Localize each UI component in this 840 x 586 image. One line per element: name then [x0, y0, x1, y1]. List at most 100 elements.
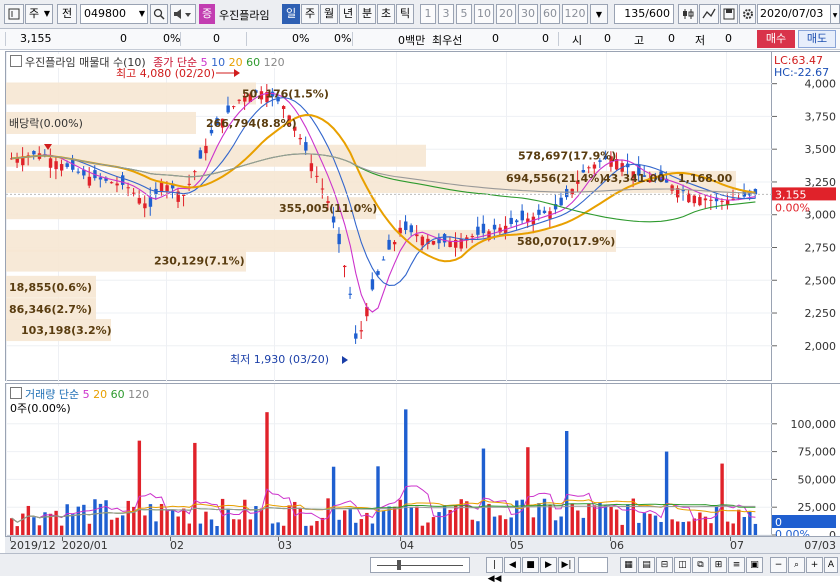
date-label: 07 — [730, 539, 744, 552]
candle-body — [198, 150, 203, 159]
zoom-slider[interactable] — [370, 557, 470, 573]
candle-body — [387, 239, 391, 250]
interval-20[interactable]: 20 — [496, 4, 516, 24]
interval-1[interactable]: 1 — [420, 4, 436, 24]
volume-bar — [270, 523, 275, 535]
volume-chart[interactable]: 거래량 단순 5 20 60 120 0주(0.00%) — [5, 383, 773, 537]
font-size-icon[interactable]: A — [824, 557, 838, 573]
volume-bar — [182, 508, 186, 535]
interval-10[interactable]: 10 — [474, 4, 494, 24]
next-icon[interactable]: ▶ — [540, 557, 557, 573]
volume-bar — [698, 512, 702, 535]
market-select[interactable]: 주 ▼ — [25, 4, 53, 24]
ma-20: 20 — [228, 56, 243, 69]
zoom-in-icon[interactable]: + — [806, 557, 823, 573]
draw-line-icon[interactable] — [699, 4, 719, 24]
period-month[interactable]: 월 — [320, 4, 338, 24]
volume-bar — [248, 519, 253, 535]
volume-bar — [298, 507, 302, 535]
last-icon[interactable]: ▶| — [558, 557, 575, 573]
chart-type-icon[interactable] — [4, 4, 24, 24]
chart-scrollbar: |◀◀ ◀ ■ ▶ ▶| ▦ ▤ ⊟ ◫ ⧉ ⊞ ≡ ▣ − ⌕ + A — [0, 553, 840, 584]
period-minute[interactable]: 분 — [358, 4, 376, 24]
candle-settings-icon[interactable] — [678, 4, 698, 24]
period-day[interactable]: 일 — [282, 4, 300, 24]
code-input[interactable]: 049800 ▼ — [80, 4, 148, 24]
price-tick-label: 2,500 — [805, 274, 837, 287]
interval-120[interactable]: 120 — [562, 4, 588, 24]
price-chart[interactable]: 50, 176(1.5%) 266,794(8.8%) 578,697(17.9%)… — [5, 51, 773, 382]
legend-box-icon[interactable] — [10, 55, 22, 67]
volume-bar — [387, 506, 391, 535]
ma-120: 120 — [263, 56, 285, 69]
interval-5[interactable]: 5 — [456, 4, 472, 24]
period-year[interactable]: 년 — [339, 4, 357, 24]
zoom-out-icon[interactable]: − — [770, 557, 787, 573]
volume-bar — [531, 517, 536, 535]
volume-bar — [587, 503, 591, 535]
candle-body — [121, 175, 125, 185]
count-input[interactable]: 135/600 — [614, 4, 674, 24]
candle-body — [143, 203, 147, 209]
period-week[interactable]: 주 — [301, 4, 319, 24]
candle-body — [65, 163, 69, 167]
stop-icon[interactable]: ■ — [522, 557, 539, 573]
volume-bar — [548, 504, 552, 535]
vma-120: 120 — [128, 388, 150, 401]
volume-bar — [265, 412, 269, 535]
chevron-down-icon[interactable]: ▼ — [590, 4, 608, 24]
volume-bar — [614, 509, 619, 535]
price-pane-title: 우진플라임 매물대 수(10) — [25, 56, 146, 69]
text-icon[interactable]: ≡ — [728, 557, 745, 573]
date-input[interactable]: 2020/07/03 — [757, 4, 831, 24]
candle-body — [165, 185, 169, 192]
volume-profile-label: 694,556(21.4%) — [506, 172, 604, 185]
candle-body — [132, 192, 136, 194]
volume-bar — [603, 505, 608, 535]
vma-5: 5 — [82, 388, 90, 401]
calendar-dropdown[interactable]: ▼ — [831, 4, 840, 24]
prev-icon[interactable]: ◀ — [504, 557, 521, 573]
badge-icon: 증 — [199, 4, 215, 24]
interval-30[interactable]: 30 — [518, 4, 538, 24]
magnify-icon[interactable]: ⌕ — [788, 557, 805, 573]
scroll-track[interactable] — [578, 557, 608, 573]
prev-button[interactable]: 전 — [57, 4, 77, 24]
high-arrow-head — [234, 69, 240, 77]
link-icon[interactable]: ⊞ — [710, 557, 727, 573]
period-second[interactable]: 초 — [377, 4, 395, 24]
volume-axis: 100,000 75,000 50,000 25,000 0 0 0.00% — [772, 383, 840, 537]
buy-button[interactable]: 매수 — [757, 30, 795, 48]
layout-icon[interactable]: ▤ — [638, 557, 655, 573]
volume-bar — [731, 523, 735, 535]
volume-bar — [87, 523, 92, 535]
volume-bar — [409, 507, 413, 535]
zoom-slider-thumb[interactable] — [397, 560, 401, 570]
volume-bar — [309, 525, 314, 535]
first-icon[interactable]: |◀◀ — [486, 557, 503, 584]
save-icon[interactable] — [720, 4, 738, 24]
candle-body — [520, 210, 524, 221]
period-tick[interactable]: 틱 — [396, 4, 414, 24]
interval-60[interactable]: 60 — [540, 4, 560, 24]
legend-box-icon[interactable] — [10, 387, 22, 399]
info-icon[interactable]: ▣ — [746, 557, 763, 573]
date-label: 02 — [170, 539, 184, 552]
grid-icon[interactable]: ▦ — [620, 557, 637, 573]
sell-button[interactable]: 매도 — [798, 30, 836, 48]
speaker-icon[interactable] — [170, 4, 196, 24]
volume-profile-label: 580,070(17.9%) — [517, 235, 615, 248]
volume-bar — [337, 519, 341, 535]
volume-tick-label: 100,000 — [791, 418, 837, 431]
gear-icon[interactable] — [739, 4, 756, 24]
interval-3[interactable]: 3 — [438, 4, 454, 24]
split-icon[interactable]: ⊟ — [656, 557, 673, 573]
volume-bar — [281, 525, 286, 535]
volume-bar — [354, 522, 358, 535]
compare-icon[interactable]: ⧉ — [692, 557, 709, 573]
volume-bar — [487, 503, 491, 535]
volume-sub-label: 0주(0.00%) — [10, 402, 71, 415]
search-icon[interactable] — [150, 4, 168, 24]
chart-icon[interactable]: ◫ — [674, 557, 691, 573]
ma-10: 10 — [211, 56, 226, 69]
